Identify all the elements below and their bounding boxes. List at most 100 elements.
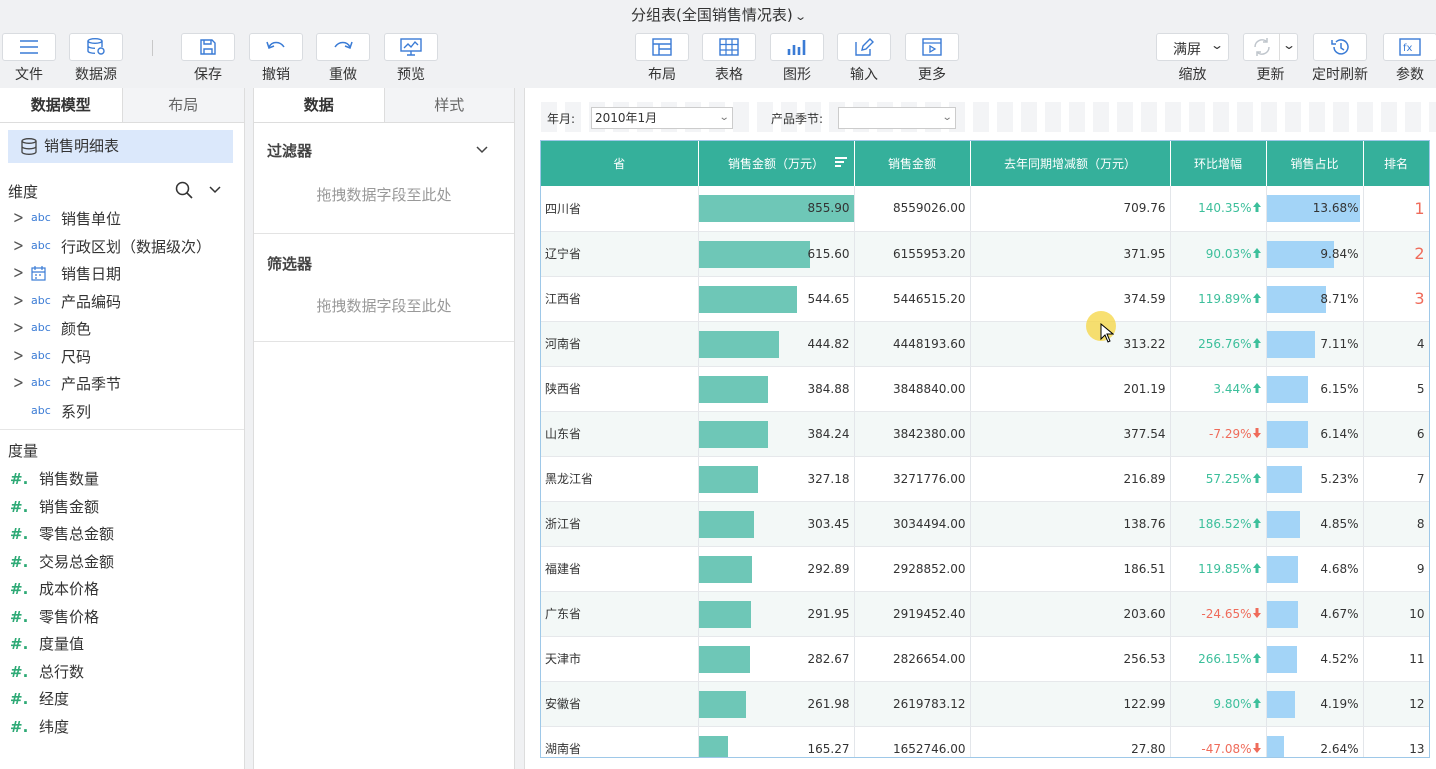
- measure-item[interactable]: #. 交易总金额: [0, 549, 240, 575]
- table-row[interactable]: 山东省 384.24 3842380.00 377.54 -7.29% 6.14% 6: [541, 411, 1429, 457]
- dimension-item[interactable]: > abc 销售单位: [0, 206, 240, 232]
- share-value: 6.15%: [1320, 381, 1359, 396]
- col-header-province[interactable]: 省: [541, 141, 699, 186]
- measure-item[interactable]: #. 经度: [0, 686, 240, 712]
- measure-item[interactable]: #. 纬度: [0, 714, 240, 740]
- table-button[interactable]: 表格: [702, 33, 756, 84]
- cell-amount: 3271776.00: [854, 456, 971, 502]
- measure-label: 零售总金额: [39, 525, 115, 543]
- measure-item[interactable]: #. 销售金额: [0, 494, 240, 520]
- chart-button[interactable]: 图形: [770, 33, 824, 84]
- cell-share: 7.11%: [1266, 321, 1364, 367]
- arrow-up-icon: [1252, 472, 1261, 483]
- season-filter-label: 产品季节:: [771, 112, 824, 126]
- text-type-icon: abc: [31, 348, 51, 362]
- cell-amount: 3034494.00: [854, 501, 971, 547]
- text-type-icon: abc: [31, 321, 51, 334]
- more-label: 更多: [918, 67, 946, 83]
- dimension-label: 尺码: [61, 347, 92, 366]
- zoom-select[interactable]: 满屏 ⌄: [1156, 33, 1229, 61]
- measure-label: 销售数量: [39, 470, 100, 488]
- media-icon: [905, 33, 959, 61]
- stripe: [1357, 102, 1373, 132]
- cell-province: 福建省: [541, 546, 699, 592]
- chevron-down-icon[interactable]: [476, 145, 488, 155]
- arrow-up-icon: [1252, 697, 1261, 708]
- preview-button[interactable]: 预览: [384, 33, 438, 84]
- mom-value: 119.85%: [1198, 561, 1252, 576]
- chevron-down-icon[interactable]: ⌄: [794, 2, 807, 32]
- chevron-down-icon[interactable]: [209, 185, 221, 195]
- dimension-item[interactable]: > abc 产品编码: [0, 289, 240, 315]
- table-row[interactable]: 辽宁省 615.60 6155953.20 371.95 90.03% 9.84% 2: [541, 231, 1429, 277]
- cell-yoy: 371.95: [970, 231, 1171, 277]
- dimension-item[interactable]: > abc 颜色: [0, 316, 240, 342]
- cell-yoy: 709.76: [970, 186, 1171, 232]
- search-icon[interactable]: [175, 181, 193, 199]
- amount-wan-value: 615.60: [807, 246, 850, 261]
- dimension-item[interactable]: abc 系列: [0, 399, 240, 425]
- table-row[interactable]: 四川省 855.90 8559026.00 709.76 140.35% 13.68% 1: [541, 186, 1429, 232]
- table-row[interactable]: 天津市 282.67 2826654.00 256.53 266.15% 4.52% 11: [541, 636, 1429, 682]
- stripe: [1333, 102, 1349, 132]
- chevron-right-icon[interactable]: >: [13, 367, 24, 401]
- table-row[interactable]: 江西省 544.65 5446515.20 374.59 119.89% 8.71% 3: [541, 276, 1429, 322]
- timed-refresh-button[interactable]: 定时刷新: [1312, 33, 1368, 84]
- tab-style[interactable]: 样式: [384, 88, 514, 122]
- input-button[interactable]: 输入: [837, 33, 891, 84]
- save-button[interactable]: 保存: [181, 33, 235, 84]
- col-header-share[interactable]: 销售占比: [1266, 141, 1364, 186]
- chevron-down-icon[interactable]: ⌄: [1282, 38, 1296, 52]
- tab-layout[interactable]: 布局: [122, 88, 244, 122]
- screener-dropzone[interactable]: 拖拽数据字段至此处: [254, 295, 514, 316]
- measure-item[interactable]: #. 销售数量: [0, 466, 240, 492]
- sort-descending-icon[interactable]: [834, 156, 848, 170]
- measure-item[interactable]: #. 总行数: [0, 659, 240, 685]
- share-value: 4.52%: [1320, 651, 1359, 666]
- tab-data[interactable]: 数据: [254, 88, 385, 122]
- more-button[interactable]: 更多: [905, 33, 959, 84]
- table-row[interactable]: 广东省 291.95 2919452.40 203.60 -24.65% 4.67% 10: [541, 591, 1429, 637]
- season-filter-select[interactable]: ⌄: [838, 107, 956, 129]
- col-header-mom[interactable]: 环比增幅: [1170, 141, 1267, 186]
- report-title[interactable]: 分组表(全国销售情况表)⌄: [0, 0, 1436, 30]
- selected-table[interactable]: 销售明细表: [8, 130, 233, 163]
- col-header-rank[interactable]: 排名: [1363, 141, 1429, 186]
- table-row[interactable]: 浙江省 303.45 3034494.00 138.76 186.52% 4.85% 8: [541, 501, 1429, 547]
- table-row[interactable]: 陕西省 384.88 3848840.00 201.19 3.44% 6.15% 5: [541, 366, 1429, 412]
- sales-table: 省 销售金额（万元） 销售金额 去年同期增减额（万元） 环比增幅 销售占比 排名…: [541, 141, 1429, 757]
- arrow-up-icon: [1252, 202, 1261, 213]
- dimension-item[interactable]: > abc 尺码: [0, 344, 240, 370]
- edit-icon: [837, 33, 891, 61]
- col-header-amount-wan[interactable]: 销售金额（万元）: [698, 141, 855, 186]
- params-button[interactable]: fx 参数: [1383, 33, 1436, 84]
- undo-button[interactable]: 撤销: [249, 33, 303, 84]
- redo-button[interactable]: 重做: [316, 33, 370, 84]
- table-row[interactable]: 河南省 444.82 4448193.60 313.22 256.76% 7.11% 4: [541, 321, 1429, 367]
- dimension-item[interactable]: > abc 产品季节: [0, 371, 240, 397]
- layout-button[interactable]: 布局: [635, 33, 689, 84]
- cell-province: 广东省: [541, 591, 699, 637]
- col-header-amount[interactable]: 销售金额: [854, 141, 971, 186]
- measure-item[interactable]: #. 度量值: [0, 631, 240, 657]
- year-filter-select[interactable]: 2010年1月 ⌄: [591, 107, 733, 129]
- measure-item[interactable]: #. 成本价格: [0, 576, 240, 602]
- table-row[interactable]: 安徽省 261.98 2619783.12 122.99 9.80% 4.19% 12: [541, 681, 1429, 727]
- refresh-button[interactable]: ⌄ 更新: [1243, 33, 1298, 84]
- measure-item[interactable]: #. 零售总金额: [0, 521, 240, 547]
- table-row[interactable]: 湖南省 165.27 1652746.00 27.80 -47.08% 2.64% 13: [541, 726, 1429, 757]
- datasource-button[interactable]: 数据源: [69, 33, 123, 84]
- filter-dropzone[interactable]: 拖拽数据字段至此处: [254, 184, 514, 205]
- zoom-control[interactable]: 满屏 ⌄ 缩放: [1156, 33, 1229, 84]
- tab-data-model[interactable]: 数据模型: [0, 88, 123, 122]
- mom-value: 140.35%: [1198, 201, 1252, 216]
- cell-yoy: 122.99: [970, 681, 1171, 727]
- dimension-item[interactable]: > 销售日期: [0, 261, 240, 287]
- file-button[interactable]: 文件: [2, 33, 56, 84]
- measure-item[interactable]: #. 零售价格: [0, 604, 240, 630]
- cell-province: 湖南省: [541, 726, 699, 757]
- table-row[interactable]: 黑龙江省 327.18 3271776.00 216.89 57.25% 5.23% 7: [541, 456, 1429, 502]
- col-header-yoy[interactable]: 去年同期增减额（万元）: [970, 141, 1171, 186]
- table-row[interactable]: 福建省 292.89 2928852.00 186.51 119.85% 4.68% 9: [541, 546, 1429, 592]
- dimension-item[interactable]: > abc 行政区划（数据级次）: [0, 234, 240, 260]
